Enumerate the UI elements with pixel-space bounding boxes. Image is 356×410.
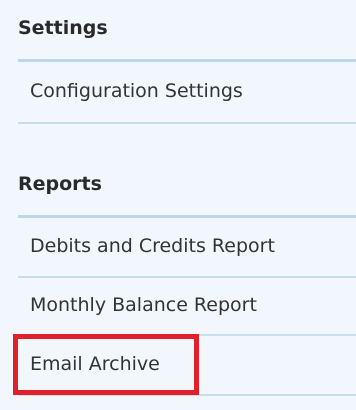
- section-divider: [18, 59, 356, 62]
- menu-item-label: Monthly Balance Report: [30, 294, 257, 316]
- section-header-reports: Reports: [18, 173, 102, 195]
- menu-item-label: Configuration Settings: [30, 80, 243, 102]
- item-divider: [18, 122, 356, 124]
- menu-item-debits-and-credits-report[interactable]: Debits and Credits Report: [18, 219, 356, 275]
- menu-item-label: Debits and Credits Report: [30, 235, 275, 257]
- section-header-settings: Settings: [18, 17, 108, 39]
- highlight-box-email-archive: [13, 334, 199, 395]
- section-divider: [18, 215, 356, 218]
- sidebar-menu-panel: Settings Configuration Settings Reports …: [0, 0, 356, 410]
- menu-item-monthly-balance-report[interactable]: Monthly Balance Report: [18, 278, 356, 334]
- menu-item-configuration-settings[interactable]: Configuration Settings: [18, 64, 356, 120]
